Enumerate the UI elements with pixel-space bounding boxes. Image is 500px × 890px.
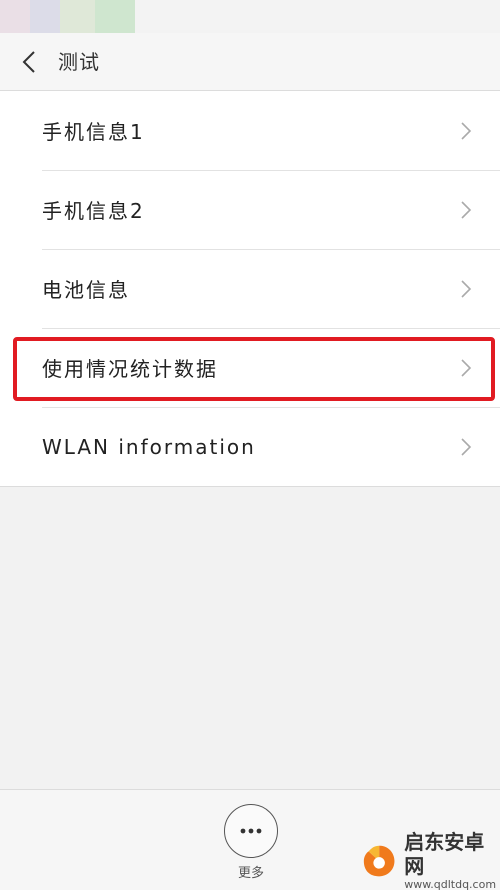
watermark-url: www.qdltdq.com — [404, 878, 497, 890]
menu-item-label: WLAN information — [42, 434, 256, 459]
more-dots-icon — [240, 828, 262, 834]
menu-item-usage-stats[interactable]: 使用情况统计数据 — [0, 328, 500, 407]
status-bar — [0, 0, 500, 33]
menu-item-wlan-information[interactable]: WLAN information — [0, 407, 500, 486]
chevron-right-icon — [461, 280, 472, 298]
watermark: 启东安卓网 www.qdltdq.com — [360, 830, 500, 890]
chevron-right-icon — [461, 438, 472, 456]
menu-item-label: 手机信息2 — [42, 199, 145, 223]
more-button[interactable] — [224, 804, 278, 858]
chevron-left-icon — [22, 51, 35, 73]
chevron-right-icon — [461, 122, 472, 140]
menu-item-phone-info-1[interactable]: 手机信息1 — [0, 91, 500, 170]
menu-item-label: 手机信息1 — [42, 120, 145, 144]
back-button[interactable] — [14, 47, 44, 77]
title-bar: 测试 — [0, 33, 500, 91]
watermark-logo-icon — [363, 845, 395, 877]
chevron-right-icon — [461, 359, 472, 377]
menu-item-label: 电池信息 — [42, 278, 130, 302]
chevron-right-icon — [461, 201, 472, 219]
menu-item-label: 使用情况统计数据 — [42, 357, 218, 381]
menu-list: 手机信息1 手机信息2 电池信息 使用情况统计数据 WLAN informati… — [0, 91, 500, 487]
menu-item-phone-info-2[interactable]: 手机信息2 — [0, 170, 500, 249]
watermark-title: 启东安卓网 — [404, 830, 485, 878]
menu-item-battery-info[interactable]: 电池信息 — [0, 249, 500, 328]
more-label: 更多 — [237, 866, 264, 881]
page-title: 测试 — [58, 50, 100, 74]
